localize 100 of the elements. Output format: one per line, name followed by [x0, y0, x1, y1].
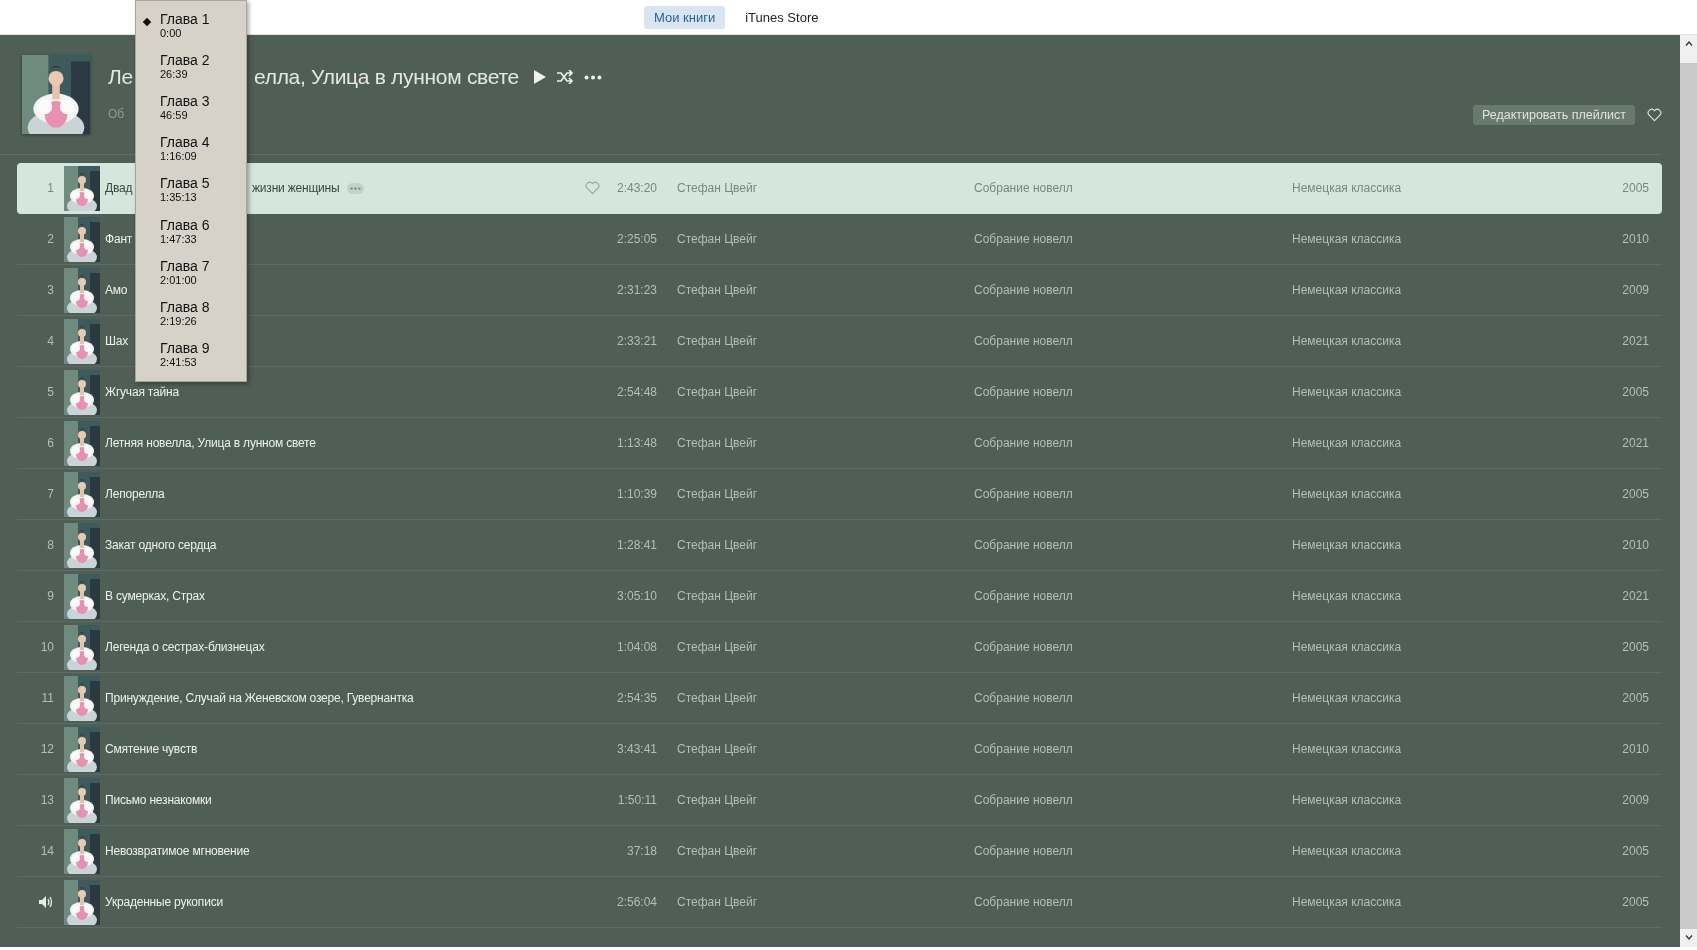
chapter-time: 2:01:00 [160, 273, 198, 286]
track-row[interactable]: 9 В сумерках, Страх 3:05:10 Стефан Цвейг Собрание новелл Немецкая классика 2021 [17, 571, 1662, 622]
chapter-item[interactable]: Глава 3 [160, 93, 210, 110]
track-row[interactable]: 12 Смятение чувств 3:43:41 Стефан Цвейг Собрание новелл Немецкая классика 2010 [17, 724, 1662, 775]
track-title: Лепорелла [105, 487, 165, 501]
track-artist: Стефан Цвейг [676, 844, 759, 858]
track-year: 2021 [1622, 334, 1649, 348]
track-album: Собрание новелл [974, 793, 1074, 807]
tab[interactable]: Мои книги [644, 5, 726, 29]
track-genre: Немецкая классика [1292, 181, 1403, 195]
chapter-item[interactable]: Глава 6 [160, 216, 210, 233]
track-duration: 2:54:35 [616, 691, 657, 705]
track-artist: Стефан Цвейг [676, 334, 759, 348]
track-album: Собрание новелл [974, 895, 1074, 909]
track-genre: Немецкая классика [1292, 844, 1403, 858]
chapter-time: 1:47:33 [160, 232, 198, 245]
track-artist: Стефан Цвейг [676, 283, 759, 297]
track-year: 2010 [1622, 232, 1649, 246]
track-number: 2 [47, 232, 54, 246]
track-album: Собрание новелл [974, 436, 1074, 450]
track-duration: 2:25:05 [616, 232, 657, 246]
track-album: Собрание новелл [974, 283, 1074, 297]
chapter-item[interactable]: Глава 4 [160, 134, 210, 151]
track-number: 12 [40, 742, 54, 756]
track-title: Шах [105, 334, 129, 348]
track-number: 13 [40, 793, 54, 807]
track-album: Собрание новелл [974, 181, 1074, 195]
track-genre: Немецкая классика [1292, 334, 1403, 348]
chapter-time: 0:00 [160, 27, 183, 39]
play-icon[interactable] [532, 70, 546, 84]
track-year: 2005 [1622, 385, 1649, 399]
track-row[interactable]: 7 Лепорелла 1:10:39 Стефан Цвейг Собрание новелл Немецкая классика 2005 [17, 469, 1662, 520]
track-title: Смятение чувств [105, 742, 198, 756]
track-title: Амо [105, 283, 128, 297]
track-genre: Немецкая классика [1292, 385, 1403, 399]
track-artist: Стефан Цвейг [676, 742, 759, 756]
track-duration: 37:18 [626, 844, 657, 858]
chapter-item[interactable]: Глава 9 [160, 339, 210, 356]
scroll-down-icon[interactable] [1684, 935, 1693, 940]
more-icon[interactable] [583, 74, 602, 80]
track-duration: 1:04:08 [616, 640, 657, 654]
track-artist: Стефан Цвейг [676, 793, 759, 807]
track-year: 2005 [1622, 181, 1649, 195]
playlist-title: Ле [108, 65, 133, 89]
track-genre: Немецкая классика [1292, 793, 1403, 807]
track-artist: Стефан Цвейг [676, 487, 759, 501]
track-number: 8 [47, 538, 54, 552]
chapter-time: 46:59 [160, 109, 189, 122]
chapter-time: 2:41:53 [160, 355, 198, 368]
track-duration: 2:56:04 [616, 895, 657, 909]
track-album: Собрание новелл [974, 334, 1074, 348]
shuffle-icon[interactable] [555, 70, 574, 84]
track-row[interactable]: 13 Письмо незнакомки 1:50:11 Стефан Цвейг Собрание новелл Немецкая классика 2009 [17, 775, 1662, 826]
chapter-item[interactable]: Глава 1 [160, 11, 210, 27]
track-artist: Стефан Цвейг [676, 589, 759, 603]
track-title: Жгучая тайна [105, 385, 179, 399]
track-number: 11 [41, 691, 54, 705]
track-title: жизни женщины [252, 181, 340, 195]
track-row[interactable]: 10 Легенда о сестрах-близнецах 1:04:08 Стефан Цвейг Собрание новелл Немецкая классика 2005 [17, 622, 1662, 673]
track-genre: Немецкая классика [1292, 283, 1403, 297]
track-genre: Немецкая классика [1292, 538, 1403, 552]
track-number: 7 [47, 487, 54, 501]
track-title: Летняя новелла, Улица в лунном свете [105, 436, 316, 450]
chapter-time: 1:35:13 [160, 191, 198, 204]
track-duration: 1:28:41 [616, 538, 657, 552]
track-row[interactable]: 8 Закат одного сердца 1:28:41 Стефан Цвейг Собрание новелл Немецкая классика 2010 [17, 520, 1662, 571]
track-number: 3 [47, 283, 54, 297]
playlist-subtitle: Об [108, 107, 125, 121]
track-album: Собрание новелл [974, 691, 1074, 705]
chapter-item[interactable]: Глава 8 [160, 298, 210, 315]
track-duration: 2:43:20 [616, 181, 657, 195]
track-artist: Стефан Цвейг [676, 232, 759, 246]
track-number: 14 [40, 844, 54, 858]
track-year: 2005 [1622, 640, 1649, 654]
track-album: Собрание новелл [974, 385, 1074, 399]
track-year: 2005 [1622, 691, 1649, 705]
chapter-item[interactable]: Глава 5 [160, 175, 210, 192]
tab[interactable]: iTunes Store [735, 5, 829, 29]
track-title: Письмо незнакомки [105, 793, 212, 807]
track-genre: Немецкая классика [1292, 436, 1403, 450]
track-album: Собрание новелл [974, 487, 1074, 501]
track-duration: 1:10:39 [616, 487, 657, 501]
scroll-up-icon[interactable] [1684, 41, 1693, 46]
chapter-time: 2:19:26 [160, 314, 198, 327]
track-title: Фант [105, 232, 133, 246]
chapter-time: 26:39 [160, 68, 189, 81]
track-year: 2005 [1622, 487, 1649, 501]
track-duration: 2:31:23 [616, 283, 657, 297]
track-year: 2021 [1622, 589, 1649, 603]
track-row[interactable]: 11 Принуждение, Случай на Женевском озере, Гувернантка 2:54:35 Стефан Цвейг Собрание новелл Немецкая классика 2005 [17, 673, 1662, 724]
track-row[interactable]: 14 Невозвратимое мгновение 37:18 Стефан Цвейг Собрание новелл Немецкая классика 2005 [17, 826, 1662, 877]
edit-playlist-button[interactable]: Редактировать плейлист [1472, 105, 1635, 125]
track-row[interactable]: Украденные рукописи 2:56:04 Стефан Цвейг Собрание новелл Немецкая классика 2005 [17, 877, 1662, 928]
track-artist: Стефан Цвейг [676, 691, 759, 705]
track-year: 2021 [1622, 436, 1649, 450]
track-year: 2005 [1622, 895, 1649, 909]
track-genre: Немецкая классика [1292, 691, 1403, 705]
track-row[interactable]: 6 Летняя новелла, Улица в лунном свете 1:13:48 Стефан Цвейг Собрание новелл Немецкая классика 2021 [17, 418, 1662, 469]
chapter-item[interactable]: Глава 2 [160, 52, 210, 69]
track-duration: 2:33:21 [616, 334, 657, 348]
